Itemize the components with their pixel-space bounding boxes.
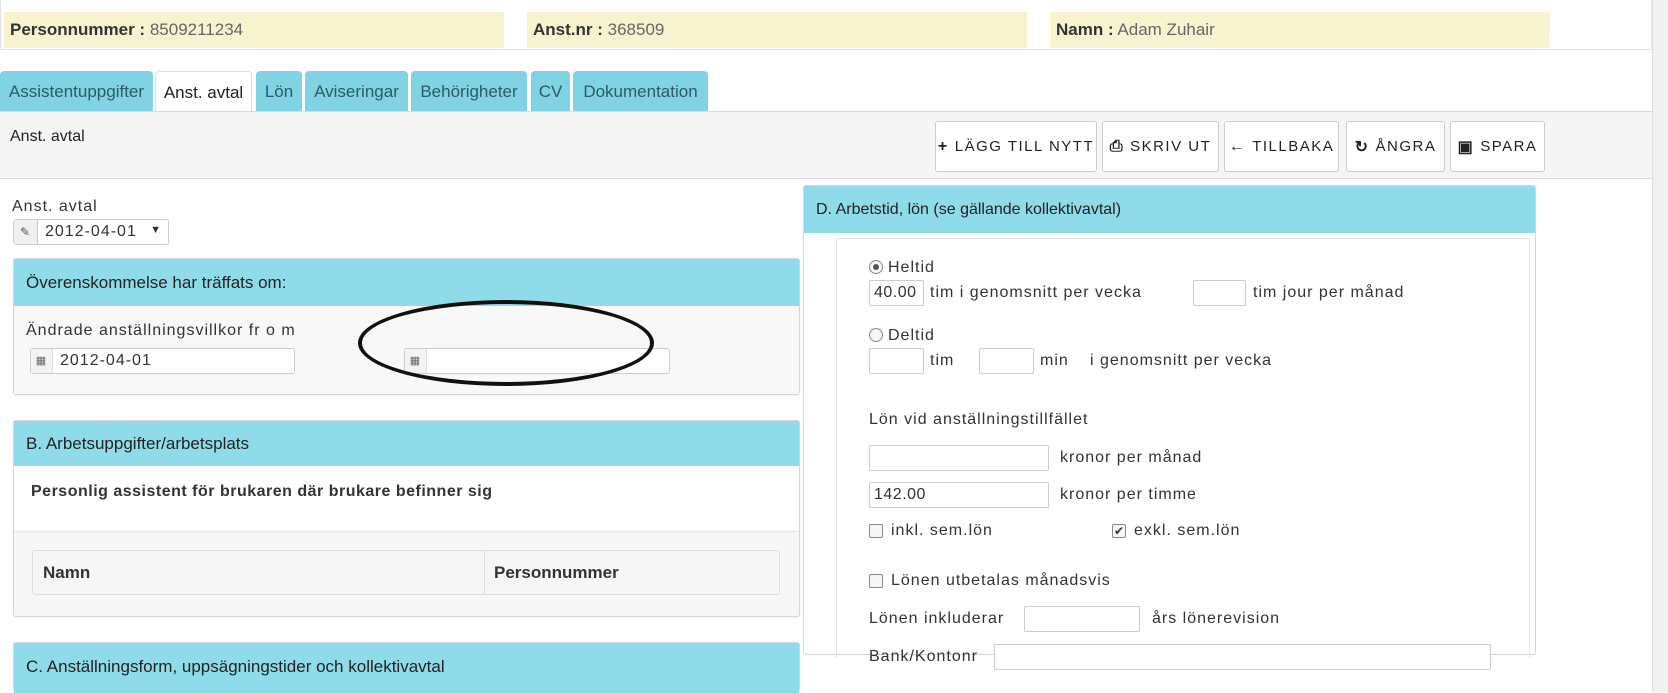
action-header: Anst. avtal + LÄGG TILL NYTT ⎙ SKRIV UT … [0,111,1652,179]
tab-anst-avtal[interactable]: Anst. avtal [155,71,252,113]
tab-behorigheter[interactable]: Behörigheter [411,71,527,112]
salary-revision-input[interactable] [1024,606,1140,632]
tab-assistentuppgifter[interactable]: Assistentuppgifter [0,71,153,112]
add-new-label: LÄGG TILL NYTT [954,138,1095,155]
avtal-select-value: 2012-04-01 [45,223,137,240]
salary-revision-suffix: års lönerevision [1152,610,1281,627]
column-divider [484,551,485,594]
avtal-select-label: Anst. avtal [12,198,98,215]
bank-account-label: Bank/Kontonr [869,648,978,665]
changed-terms-label: Ändrade anställningsvillkor fr o m [26,322,296,339]
personnummer-value: 8509211234 [149,20,244,39]
deltid-minutes-input[interactable] [979,348,1034,374]
monthly-payment-label: Lönen utbetalas månadsvis [891,572,1111,589]
pencil-icon: ✎ [14,220,38,244]
deltid-label: Deltid [888,327,935,344]
column-header-namn: Namn [43,563,91,582]
caret-down-icon: ▼ [150,224,162,236]
calendar-icon: ▦ [31,349,53,373]
bank-account-input[interactable] [994,644,1491,670]
client-table-header: Namn Personnummer [32,550,780,595]
heltid-radio[interactable] [869,260,883,274]
save-icon: ▣ [1457,138,1475,156]
exkl-semlon-checkbox[interactable]: ✔ [1112,524,1126,538]
deltid-tim-label: tim [930,352,955,369]
namn-value: Adam Zuhair [1117,20,1215,39]
work-description: Personlig assistent för brukaren där bru… [31,483,493,500]
jour-suffix: tim jour per månad [1253,284,1405,301]
undo-button[interactable]: ↻ ÅNGRA [1346,121,1445,172]
exkl-semlon-label: exkl. sem.lön [1134,522,1241,539]
namn-label: Namn : [1056,20,1114,39]
namn-field: Namn : Adam Zuhair [1050,12,1550,48]
personnummer-field: Personnummer : 8509211234 [4,12,504,48]
save-label: SPARA [1480,138,1538,155]
print-icon: ⎙ [1109,137,1125,155]
arrow-left-icon: ← [1228,137,1247,155]
column-header-personnummer: Personnummer [494,563,619,582]
monthly-salary-input[interactable] [869,445,1049,471]
monthly-payment-checkbox[interactable] [869,574,883,588]
refresh-icon: ↻ [1354,138,1370,156]
avtal-select[interactable]: ✎ 2012-04-01 ▼ [13,219,169,245]
section-d-title: D. Arbetstid, lön (se gällande kollektiv… [804,186,1535,233]
anstnr-value: 368509 [607,20,665,39]
salary-includes-label: Lönen inkluderar [869,610,1005,627]
monthly-salary-suffix: kronor per månad [1060,449,1203,466]
anstnr-field: Anst.nr : 368509 [527,12,1027,48]
page-scrollbar[interactable] [1652,0,1668,692]
back-button[interactable]: ← TILLBAKA [1224,121,1339,172]
jour-hours-input[interactable] [1193,280,1246,306]
inkl-semlon-checkbox[interactable] [869,524,883,538]
undo-label: ÅNGRA [1375,138,1437,155]
employee-info-bar: Personnummer : 8509211234 Anst.nr : 3685… [0,0,1652,50]
back-label: TILLBAKA [1252,138,1335,155]
print-button[interactable]: ⎙ SKRIV UT [1102,121,1219,172]
deltid-hours-input[interactable] [869,348,924,374]
hourly-salary-suffix: kronor per timme [1060,486,1197,503]
personnummer-label: Personnummer : [10,20,146,39]
heltid-label: Heltid [888,259,935,276]
hourly-salary-input[interactable]: 142.00 [869,482,1049,508]
highlight-ellipse [358,300,654,386]
section-b-title: B. Arbetsuppgifter/arbetsplats [14,421,799,466]
plus-icon: + [937,137,949,155]
tab-dokumentation[interactable]: Dokumentation [573,71,708,112]
add-new-button[interactable]: + LÄGG TILL NYTT [935,121,1097,172]
page-title: Anst. avtal [10,128,85,145]
print-label: SKRIV UT [1130,138,1212,155]
salary-label: Lön vid anställningstillfället [869,411,1089,428]
deltid-radio[interactable] [869,328,883,342]
section-c-title: C. Anställningsform, uppsägningstider oc… [14,643,799,693]
heltid-hours-suffix: tim i genomsnitt per vecka [930,284,1142,301]
deltid-suffix: i genomsnitt per vecka [1090,352,1273,369]
deltid-min-label: min [1040,352,1069,369]
tab-aviseringar[interactable]: Aviseringar [305,71,408,112]
tab-cv[interactable]: CV [531,71,570,112]
heltid-hours-input[interactable]: 40.00 [869,280,924,306]
from-date-field[interactable]: ▦ 2012-04-01 [30,348,295,374]
from-date-value: 2012-04-01 [60,352,152,369]
save-button[interactable]: ▣ SPARA [1450,121,1545,172]
tab-lon[interactable]: Lön [256,71,302,112]
anstnr-label: Anst.nr : [533,20,603,39]
section-c-panel: C. Anställningsform, uppsägningstider oc… [13,642,800,693]
inkl-semlon-label: inkl. sem.lön [891,522,993,539]
section-a-title: Överenskommelse har träffats om: [14,259,799,306]
